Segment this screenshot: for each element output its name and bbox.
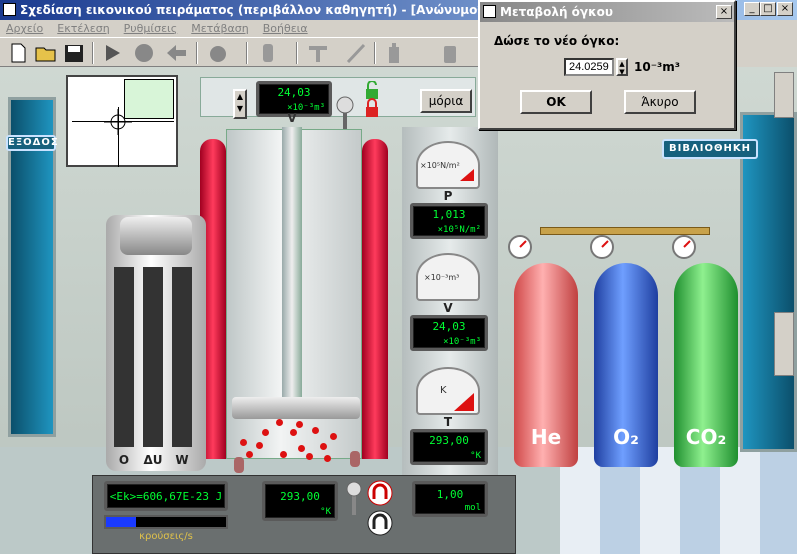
w-bar <box>172 267 192 447</box>
volume-gauge: ×10⁻³m³ <box>416 253 480 301</box>
volume-input[interactable] <box>564 58 614 76</box>
volume-spinner[interactable]: ▲ ▼ <box>233 89 247 119</box>
menu-settings[interactable]: Ρυθμίσεις <box>124 22 178 35</box>
save-icon[interactable] <box>62 42 86 64</box>
kinetic-energy-value: <Ek>=606,67E-23 J <box>109 490 223 503</box>
volume-scale: ×10⁻³m³ <box>424 273 460 282</box>
temperature-value: 293,00 <box>429 434 469 447</box>
volume-dialog: Μεταβολή όγκου × Δώσε το νέο όγκο: ▲▼ 10… <box>478 0 736 130</box>
bottom-temperature-value: 293,00 <box>280 490 320 503</box>
he-valve-icon[interactable] <box>504 233 538 261</box>
thermometer-cap <box>120 217 192 255</box>
collisions-fill <box>106 517 136 527</box>
top-volume-label: V <box>287 111 297 125</box>
particles-button[interactable]: μόρια <box>420 89 472 113</box>
thermostat-lever-icon[interactable] <box>344 479 364 519</box>
temperature-unit: °K <box>470 451 481 461</box>
magnet-icon[interactable] <box>366 479 394 537</box>
bottle-icon[interactable] <box>382 42 406 64</box>
co2-valve-icon[interactable] <box>668 233 702 261</box>
collisions-label: κρούσεις/s <box>139 531 193 542</box>
bottom-temperature-display: 293,00 °K <box>262 481 338 521</box>
o2-label: O₂ <box>613 425 639 449</box>
dialog-close-button[interactable]: × <box>716 5 732 19</box>
minimap[interactable] <box>66 75 178 167</box>
play-icon[interactable] <box>100 42 124 64</box>
back-arrow-icon[interactable] <box>164 42 188 64</box>
minimize-button[interactable]: _ <box>744 2 760 16</box>
volume-display: 24,03 ×10⁻³m³ <box>410 315 488 351</box>
side-panel-buttons-top[interactable] <box>774 72 794 118</box>
collisions-bar <box>104 515 228 529</box>
ok-button[interactable]: OK <box>520 90 592 114</box>
dialog-title: Μεταβολή όγκου <box>480 2 734 22</box>
top-volume-value: 24,03 <box>277 86 311 99</box>
window-title: Σχεδίαση εικονικού πειράματος (περιβάλλο… <box>20 3 490 17</box>
crosshair-icon <box>104 109 132 135</box>
flame-icon[interactable] <box>206 42 230 64</box>
cancel-button[interactable]: Άκυρο <box>624 90 696 114</box>
volume-value: 24,03 <box>432 320 466 333</box>
menu-file[interactable]: Αρχείο <box>6 22 43 35</box>
q-bar <box>114 267 134 447</box>
du-label: ΔU <box>143 453 163 467</box>
container-icon[interactable] <box>256 42 280 64</box>
close-button[interactable]: × <box>777 2 793 16</box>
maximize-button[interactable]: □ <box>760 2 776 16</box>
he-label: He <box>530 425 562 449</box>
w-label: W <box>175 453 189 467</box>
pressure-label: P <box>443 189 453 203</box>
o2-valve-icon[interactable] <box>586 233 620 261</box>
dialog-icon <box>483 5 496 18</box>
moles-display: 1,00 mol <box>412 481 488 517</box>
lab-scene: ΕΞΟΔΟΣ ΒΙΒΛΙΟΘΗΚΗ ▲ ▼ 24,03 ×10⁻³m³ V μόρ… <box>0 67 797 554</box>
volume-input-unit: 10⁻³m³ <box>634 60 681 74</box>
toolbar <box>0 37 480 67</box>
library-sign[interactable]: ΒΙΒΛΙΟΘΗΚΗ <box>662 139 758 159</box>
pressure-value: 1,013 <box>432 208 466 221</box>
pressure-gauge: ×10⁵N/m² <box>416 141 480 189</box>
menu-help[interactable]: Βοήθεια <box>263 22 308 35</box>
du-bar <box>143 267 163 447</box>
app-icon <box>3 3 16 16</box>
volume-label: V <box>443 301 453 315</box>
rod-icon[interactable] <box>344 42 368 64</box>
pressure-display: 1,013 ×10⁵N/m² <box>410 203 488 239</box>
exit-sign[interactable]: ΕΞΟΔΟΣ <box>6 135 58 151</box>
co2-label: CO₂ <box>685 425 727 449</box>
pressure-scale: ×10⁵N/m² <box>420 161 460 170</box>
menu-navigate[interactable]: Μετάβαση <box>191 22 249 35</box>
temperature-gauge: K <box>416 367 480 415</box>
volume-unit: ×10⁻³m³ <box>443 337 481 347</box>
moles-unit: mol <box>464 503 481 513</box>
heater-right <box>362 139 388 459</box>
open-folder-icon[interactable] <box>34 42 58 64</box>
bottom-temperature-unit: °K <box>320 507 331 517</box>
valve-left[interactable] <box>234 457 244 473</box>
library-door[interactable] <box>740 112 797 452</box>
cylinder-icon[interactable] <box>438 42 462 64</box>
new-file-icon[interactable] <box>6 42 30 64</box>
piston-icon[interactable] <box>306 42 330 64</box>
dialog-prompt: Δώσε το νέο όγκο: <box>494 34 620 48</box>
temperature-label: T <box>443 415 453 429</box>
lock-icon[interactable] <box>362 81 382 121</box>
volume-input-stepper[interactable]: ▲ ▼ <box>616 58 628 76</box>
valve-right[interactable] <box>350 451 360 467</box>
piston[interactable] <box>232 397 360 419</box>
kinetic-energy-display: <Ek>=606,67E-23 J <box>104 481 228 511</box>
moles-value: 1,00 <box>436 488 464 501</box>
temperature-scale: K <box>440 385 447 396</box>
piston-rod <box>282 127 302 397</box>
menu-run[interactable]: Εκτέλεση <box>57 22 109 35</box>
stop-icon[interactable] <box>132 42 156 64</box>
q-label: O <box>118 453 130 467</box>
temperature-display: 293,00 °K <box>410 429 488 465</box>
pressure-unit: ×10⁵N/m² <box>437 225 481 235</box>
side-panel-buttons-bottom[interactable] <box>774 312 794 376</box>
